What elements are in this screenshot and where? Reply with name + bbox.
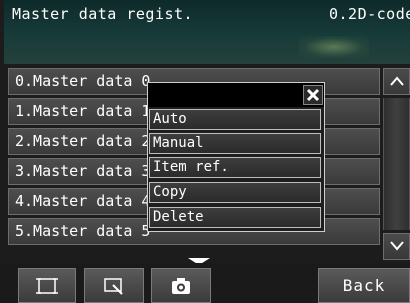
menu-item-manual[interactable]: Manual	[149, 133, 321, 154]
page-title: Master data regist.	[12, 5, 194, 23]
chevron-down-icon	[390, 241, 404, 251]
list-item-label: 3.Master data 3	[15, 162, 151, 180]
image-preview-header[interactable]: Master data regist. 0.2D-code	[4, 0, 410, 64]
action-popup-menu: Auto Manual Item ref. Copy Delete	[147, 82, 325, 232]
menu-item-copy[interactable]: Copy	[149, 182, 321, 203]
popup-close-button[interactable]	[303, 85, 323, 105]
menu-item-auto[interactable]: Auto	[149, 109, 321, 130]
chevron-up-icon	[390, 76, 404, 86]
app-window: Master data regist. 0.2D-code 0.Master d…	[0, 0, 410, 303]
close-icon	[306, 88, 320, 102]
list-item-label: 1.Master data 1	[15, 102, 151, 120]
back-button[interactable]: Back	[318, 268, 410, 303]
fit-screen-icon	[36, 277, 58, 294]
image-preview	[299, 36, 369, 58]
list-item-label: 4.Master data 4	[15, 192, 151, 210]
menu-item-item-ref[interactable]: Item ref.	[149, 157, 321, 178]
list-item-label: 2.Master data 2	[15, 132, 151, 150]
scroll-down-button[interactable]	[383, 233, 410, 260]
scrollbar-track[interactable]	[383, 98, 410, 230]
fit-screen-button[interactable]	[18, 268, 76, 303]
menu-item-delete[interactable]: Delete	[149, 207, 321, 228]
camera-icon	[172, 277, 190, 294]
bottom-toolbar: Back	[0, 263, 410, 303]
capture-button[interactable]	[151, 268, 211, 303]
mode-label: 0.2D-code	[329, 5, 410, 23]
zoom-region-button[interactable]	[84, 268, 144, 303]
list-item-label: 0.Master data 0	[15, 72, 151, 90]
zoom-region-icon	[104, 277, 123, 295]
list-item-label: 5.Master data 5	[15, 222, 151, 240]
popup-titlebar	[148, 83, 324, 107]
scroll-up-button[interactable]	[383, 68, 410, 95]
